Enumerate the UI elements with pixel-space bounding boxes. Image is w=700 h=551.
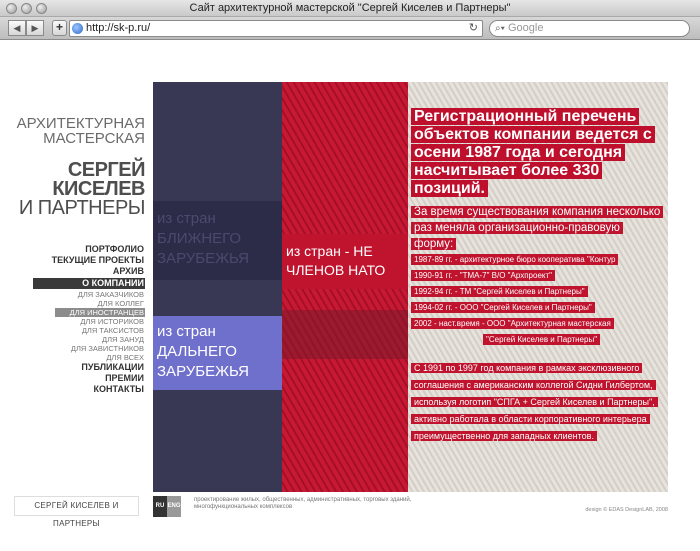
plus-icon: +: [55, 20, 63, 34]
form-change-text: За время существования компания нескольк…: [411, 206, 664, 250]
globe-icon: [72, 23, 83, 34]
close-window-icon[interactable]: [6, 3, 17, 14]
menu-item[interactable]: О КОМПАНИИ: [33, 278, 145, 289]
window-titlebar: Сайт архитектурной мастерской "Сергей Ки…: [0, 0, 700, 17]
menu-item[interactable]: ДЛЯ ИСТОРИКОВ: [0, 317, 145, 326]
navy-column: [153, 82, 282, 492]
lang-ru-button[interactable]: RU: [153, 496, 167, 517]
history-item: 1987-89 гг. - архитектурное бюро коопера…: [411, 252, 663, 268]
main-menu: ПОРТФОЛИО ТЕКУЩИЕ ПРОЕКТЫ АРХИВ О КОМПАНИИ Д…: [0, 244, 145, 395]
menu-item[interactable]: ДЛЯ ВСЕХ: [0, 353, 145, 362]
headline: Регистрационный перечень объектов компан…: [411, 108, 663, 198]
page-content: АРХИТЕКТУРНАЯ МАСТЕРСКАЯ СЕРГЕЙ КИСЕЛЕВ …: [0, 41, 700, 551]
forward-arrow-icon: ▶: [31, 23, 39, 33]
forward-button[interactable]: ▶: [26, 20, 44, 36]
menu-item[interactable]: ДЛЯ ЗАНУД: [0, 335, 145, 344]
address-bar[interactable]: http://sk-p.ru/ ↻: [69, 20, 483, 37]
footer-credit[interactable]: design © EDAS DesignLAB, 2008: [548, 507, 668, 514]
menu-item[interactable]: АРХИВ: [0, 266, 145, 277]
search-input[interactable]: ⌕▾ Google: [489, 20, 690, 37]
url-text: http://sk-p.ru/: [86, 22, 151, 34]
menu-item[interactable]: ПОРТФОЛИО: [0, 244, 145, 255]
non-nato-label[interactable]: из стран - НЕ ЧЛЕНОВ НАТО: [286, 242, 406, 280]
zoom-window-icon[interactable]: [36, 3, 47, 14]
footer-description: проектирование жилых, общественных, адми…: [194, 497, 412, 510]
history-item: 2002 - наст.время - ООО "Архитектурная м…: [411, 316, 663, 332]
lang-eng-button[interactable]: ENG: [167, 496, 181, 517]
history-item: 1994-02 гг. - ООО "Сергей Киселев и Парт…: [411, 300, 663, 316]
back-arrow-icon: ◀: [13, 23, 21, 33]
menu-item[interactable]: КОНТАКТЫ: [0, 384, 145, 395]
search-icon: ⌕▾: [495, 23, 505, 34]
headline-text: Регистрационный перечень объектов компан…: [411, 108, 655, 197]
menu-item[interactable]: ДЛЯ ТАКСИСТОВ: [0, 326, 145, 335]
browser-toolbar: ◀ ▶ + http://sk-p.ru/ ↻ ⌕▾ Google: [0, 17, 700, 40]
menu-item[interactable]: ДЛЯ КОЛЛЕГ: [0, 299, 145, 308]
add-bookmark-button[interactable]: +: [52, 20, 67, 36]
brand-subtitle-line2: МАСТЕРСКАЯ: [43, 130, 145, 147]
menu-item[interactable]: ДЛЯ ЗАКАЗЧИКОВ: [0, 290, 145, 299]
history-item: 1992-94 гг. - ТМ "Сергей Киселев и Партн…: [411, 284, 663, 300]
menu-item[interactable]: ПРЕМИИ: [0, 373, 145, 384]
far-abroad-label[interactable]: из стран ДАЛЬНЕГО ЗАРУБЕЖЬЯ: [157, 322, 283, 382]
near-abroad-label[interactable]: из стран БЛИЖНЕГО ЗАРУБЕЖЬЯ: [157, 209, 283, 269]
menu-item[interactable]: ДЛЯ ИНОСТРАНЦЕВ: [55, 308, 145, 317]
gilbert-paragraph: С 1991 по 1997 год компания в рамках экс…: [411, 360, 663, 445]
brand-name-line3: И ПАРТНЕРЫ: [18, 197, 146, 219]
gilbert-text: С 1991 по 1997 год компания в рамках экс…: [411, 363, 658, 441]
window-title: Сайт архитектурной мастерской "Сергей Ки…: [189, 2, 511, 14]
reload-icon[interactable]: ↻: [469, 21, 478, 36]
minimize-window-icon[interactable]: [21, 3, 32, 14]
form-change-paragraph: За время существования компания нескольк…: [411, 204, 664, 252]
menu-item[interactable]: ПУБЛИКАЦИИ: [0, 362, 145, 373]
dark-red-block: [282, 310, 408, 359]
history-item: 1990-91 гг. - "ТМА-7" В/О "Архпроект": [411, 268, 663, 284]
history-item: "Сергей Киселев и Партнеры": [411, 332, 663, 348]
menu-item[interactable]: ТЕКУЩИЕ ПРОЕКТЫ: [0, 255, 145, 266]
search-placeholder: Google: [508, 22, 544, 34]
back-button[interactable]: ◀: [8, 20, 26, 36]
menu-item[interactable]: ДЛЯ ЗАВИСТНИКОВ: [0, 344, 145, 353]
footer-logo[interactable]: СЕРГЕЙ КИСЕЛЕВ И ПАРТНЕРЫ: [14, 496, 139, 528]
history-list: 1987-89 гг. - архитектурное бюро коопера…: [411, 252, 663, 348]
